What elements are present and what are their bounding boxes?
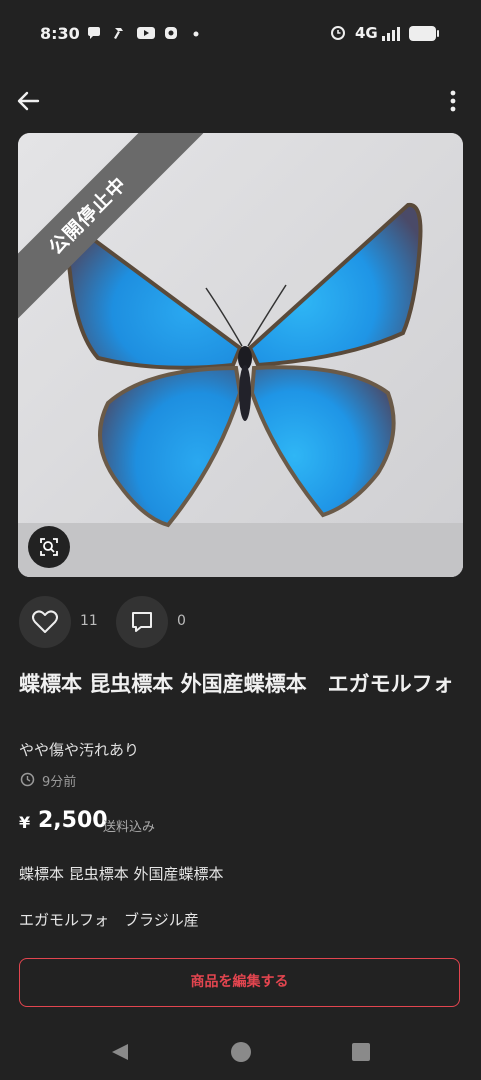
comment-icon	[132, 612, 152, 632]
battery-icon	[409, 26, 439, 41]
status-bar: 8:30 4G	[0, 0, 481, 68]
nav-back-icon[interactable]	[108, 1040, 132, 1064]
posted-time: 9分前	[42, 775, 77, 790]
shipping-note: 送料込み	[103, 820, 156, 835]
hammer-icon	[114, 28, 123, 39]
network-type: 4G	[355, 24, 378, 42]
clock-icon	[20, 772, 35, 787]
price-currency: ¥	[19, 813, 31, 832]
youtube-icon	[137, 27, 155, 39]
image-search-button[interactable]	[28, 526, 70, 568]
product-price: 2,500	[38, 808, 108, 833]
description-line-1: 蝶標本 昆虫標本 外国産蝶標本	[19, 865, 224, 883]
status-ribbon: 公開停止中	[18, 133, 204, 332]
product-image[interactable]: 公開停止中	[18, 133, 463, 577]
arrow-left-icon	[17, 91, 40, 111]
image-search-icon	[40, 538, 58, 556]
app-icon	[165, 27, 177, 39]
nav-recents-icon[interactable]	[349, 1040, 373, 1064]
alarm-icon	[331, 26, 345, 40]
nav-home-icon[interactable]	[229, 1040, 253, 1064]
edit-product-button[interactable]: 商品を編集する	[19, 958, 460, 1007]
more-vertical-icon	[450, 90, 456, 112]
description-line-2: エガモルフォ ブラジル産	[19, 911, 199, 929]
heart-icon	[32, 610, 58, 633]
dot-icon	[193, 31, 199, 37]
more-menu-button[interactable]	[440, 86, 466, 116]
comment-button[interactable]	[116, 596, 168, 648]
product-title: 蝶標本 昆虫標本 外国産蝶標本 エガモルフォ	[19, 672, 454, 696]
chat-bubble-icon	[88, 27, 100, 39]
back-button[interactable]	[14, 86, 44, 116]
comment-count: 0	[177, 613, 186, 629]
product-condition: やや傷や汚れあり	[19, 741, 140, 759]
signal-icon	[382, 27, 400, 41]
status-time: 8:30	[40, 24, 80, 43]
like-button[interactable]	[19, 596, 71, 648]
like-count: 11	[80, 613, 98, 629]
ribbon-container: 公開停止中	[18, 133, 218, 333]
